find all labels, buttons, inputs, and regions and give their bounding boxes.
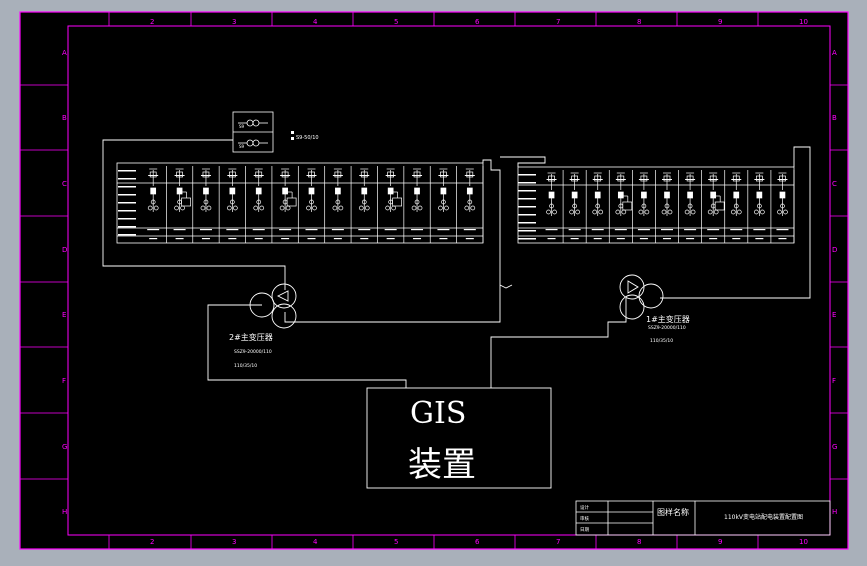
- zone-row-label-right: A: [832, 49, 837, 57]
- zone-row-label-left: F: [62, 377, 66, 385]
- title-row-label-2: 审核: [580, 515, 589, 522]
- transformer-1-voltage: 110/35/10: [650, 338, 673, 344]
- zone-column-label-top: 10: [799, 18, 808, 26]
- drawing-title: 110kV变电站配电装置配置图: [724, 513, 803, 521]
- zone-column-label-top: 9: [718, 18, 722, 26]
- legend-row: [518, 190, 536, 192]
- zone-column-label-top: 3: [232, 18, 236, 26]
- legend-row: [118, 234, 136, 236]
- zone-column-label-top: 4: [313, 18, 318, 26]
- zone-row-label-right: G: [832, 443, 837, 451]
- zone-row-label-left: C: [62, 180, 67, 188]
- legend-row: [118, 226, 136, 228]
- gis-label-line2: 装置: [408, 445, 476, 485]
- legend-row: [118, 202, 136, 204]
- zone-row-label-right: H: [832, 508, 837, 516]
- zone-column-label-top: 8: [637, 18, 641, 26]
- title-row-label-3: 日期: [580, 527, 589, 533]
- single-line-diagram: 22334455667788991010A AB BC CD DE EF FG GH H S9 …: [19, 11, 849, 550]
- legend-row: [518, 174, 536, 176]
- transformer-1-name: 1#主变压器: [646, 314, 690, 324]
- legend-row: [118, 186, 136, 188]
- legend-row: [518, 198, 536, 200]
- legend-row: [118, 210, 136, 212]
- legend-row: [518, 206, 536, 208]
- cad-drawing-viewport: 2 2 3 3 4 4 5 5 6 6 7 7 8 8 9 9 10 10 A A B B C C D D E E F F G G H H S9 …: [0, 0, 867, 562]
- legend-row: [118, 194, 136, 196]
- legend-row: [518, 214, 536, 216]
- transformer-2-voltage: 110/35/10: [234, 363, 257, 369]
- title-row-label-1: 设计: [580, 504, 589, 511]
- svg-text:S9: S9: [239, 144, 245, 149]
- svg-text:S9: S9: [239, 124, 245, 129]
- zone-row-label-left: G: [62, 443, 67, 451]
- legend-row: [518, 230, 536, 232]
- zone-row-label-right: F: [832, 377, 836, 385]
- zone-row-label-left: B: [62, 114, 67, 122]
- zone-row-label-left: H: [62, 508, 67, 516]
- zone-column-label-bottom: 4: [313, 538, 318, 546]
- zone-column-label-bottom: 3: [232, 538, 236, 546]
- zone-column-label-top: 5: [394, 18, 398, 26]
- zone-column-label-bottom: 10: [799, 538, 808, 546]
- station-transformer-label: S9-50/10: [296, 135, 319, 141]
- zone-column-label-bottom: 5: [394, 538, 398, 546]
- zone-row-label-right: B: [832, 114, 837, 122]
- zone-row-label-right: C: [832, 180, 837, 188]
- zone-row-label-left: A: [62, 49, 67, 57]
- legend-row: [518, 182, 536, 184]
- legend-row: [118, 218, 136, 220]
- zone-column-label-top: 7: [556, 18, 560, 26]
- zone-row-label-left: E: [62, 311, 66, 319]
- legend-row: [118, 178, 136, 180]
- zone-row-label-right: E: [832, 311, 836, 319]
- transformer-2-model: SSZ9-20000/110: [234, 349, 272, 355]
- zone-column-label-top: 2: [150, 18, 154, 26]
- gis-label-line1: GIS: [410, 396, 466, 431]
- zone-row-label-right: D: [832, 246, 837, 254]
- zone-column-label-bottom: 2: [150, 538, 154, 546]
- zone-column-label-bottom: 7: [556, 538, 560, 546]
- zone-column-label-bottom: 8: [637, 538, 641, 546]
- zone-column-label-bottom: 6: [475, 538, 480, 546]
- zone-column-label-bottom: 9: [718, 538, 722, 546]
- legend-row: [118, 170, 136, 172]
- transformer-2-name: 2#主变压器: [229, 332, 273, 342]
- transformer-1-model: SSZ9-20000/110: [648, 325, 686, 331]
- legend-row: [518, 222, 536, 224]
- legend-row: [518, 238, 536, 240]
- drawing-name-label: 图样名称: [657, 507, 689, 517]
- zone-row-label-left: D: [62, 246, 67, 254]
- zone-column-label-top: 6: [475, 18, 480, 26]
